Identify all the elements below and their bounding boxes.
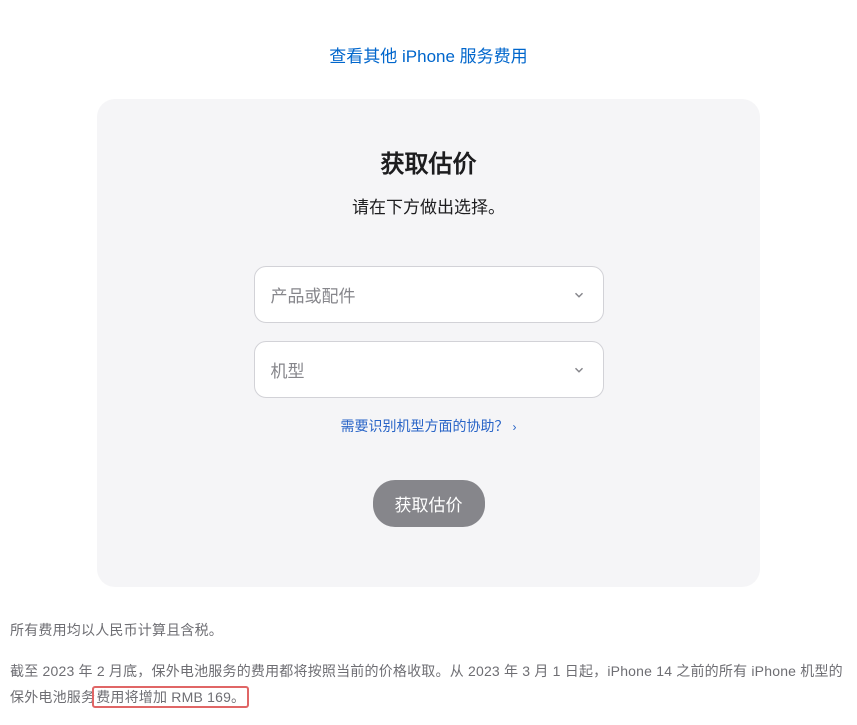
footer-line-1: 所有费用均以人民币计算且含税。 <box>10 617 847 644</box>
price-increase-highlight: 费用将增加 RMB 169。 <box>92 686 249 708</box>
estimate-card: 获取估价 请在下方做出选择。 产品或配件 机型 需要识别机型方面的协助？ › 获取… <box>97 99 760 587</box>
footer-line-2: 截至 2023 年 2 月底，保外电池服务的费用都将按照当前的价格收取。从 20… <box>10 658 847 711</box>
model-select-placeholder: 机型 <box>271 357 305 382</box>
model-select[interactable]: 机型 <box>254 341 604 398</box>
help-link-container: 需要识别机型方面的协助？ › <box>145 416 712 436</box>
product-select[interactable]: 产品或配件 <box>254 266 604 323</box>
product-select-placeholder: 产品或配件 <box>271 282 356 307</box>
card-subtitle: 请在下方做出选择。 <box>145 193 712 218</box>
get-estimate-button[interactable]: 获取估价 <box>373 480 485 527</box>
model-select-wrapper: 机型 <box>254 341 604 398</box>
identify-model-help-link[interactable]: 需要识别机型方面的协助？ › <box>341 418 517 434</box>
product-select-wrapper: 产品或配件 <box>254 266 604 323</box>
help-link-label: 需要识别机型方面的协助？ <box>341 418 509 434</box>
footer-disclaimer: 所有费用均以人民币计算且含税。 截至 2023 年 2 月底，保外电池服务的费用… <box>0 587 857 711</box>
top-link-container: 查看其他 iPhone 服务费用 <box>0 0 857 99</box>
view-other-services-link[interactable]: 查看其他 iPhone 服务费用 <box>329 47 527 66</box>
card-title: 获取估价 <box>145 144 712 179</box>
chevron-right-icon: › <box>513 420 517 434</box>
